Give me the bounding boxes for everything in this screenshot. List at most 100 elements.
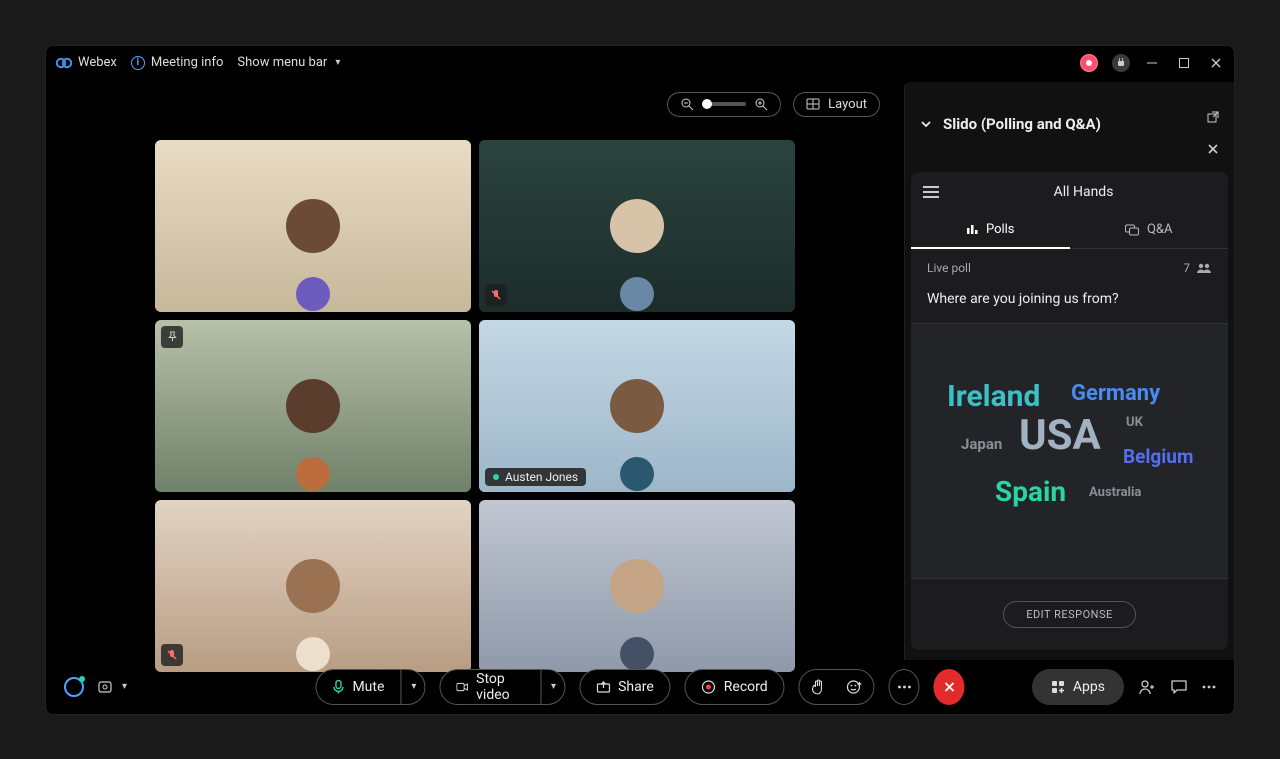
- app-logo: Webex: [56, 55, 117, 71]
- mute-options-button[interactable]: ▾: [400, 669, 425, 705]
- video-tile[interactable]: [155, 140, 471, 312]
- participants-icon: [1196, 262, 1212, 274]
- webex-logo-icon: [56, 55, 72, 71]
- video-area: Layout: [46, 80, 904, 660]
- tab-qa[interactable]: Q&A: [1070, 212, 1229, 248]
- video-tile[interactable]: [155, 320, 471, 492]
- window-maximize-button[interactable]: [1176, 55, 1192, 71]
- record-button[interactable]: Record: [685, 669, 785, 705]
- edit-response-button[interactable]: EDIT RESPONSE: [1003, 601, 1136, 628]
- close-icon[interactable]: [1206, 142, 1220, 156]
- poll-status-bar: Live poll 7: [911, 249, 1228, 287]
- recording-indicator[interactable]: [1080, 54, 1098, 72]
- window-minimize-button[interactable]: [1144, 55, 1160, 71]
- chat-icon: [1170, 679, 1188, 695]
- tab-qa-label: Q&A: [1147, 222, 1173, 237]
- slido-event-title: All Hands: [951, 184, 1216, 200]
- word-cloud-item: Spain: [995, 475, 1066, 508]
- stop-video-label: Stop video: [476, 671, 524, 703]
- chevron-down-icon: ▾: [411, 681, 416, 692]
- layout-button[interactable]: Layout: [793, 92, 880, 117]
- speaking-indicator-icon: [493, 474, 499, 480]
- participants-icon: [1138, 679, 1156, 695]
- layout-icon: [806, 97, 820, 111]
- record-icon: [702, 680, 716, 694]
- mute-icon: [485, 284, 507, 306]
- panel-title: Slido (Polling and Q&A): [943, 115, 1101, 133]
- app-window: Webex i Meeting info Show menu bar ▾: [45, 45, 1235, 715]
- emoji-reaction-icon: [840, 672, 870, 702]
- word-cloud-item: Australia: [1089, 485, 1141, 500]
- chevron-down-icon[interactable]: [919, 117, 933, 131]
- zoom-in-icon: [754, 97, 768, 111]
- self-view-button[interactable]: [64, 677, 84, 697]
- meeting-info-button[interactable]: i Meeting info: [131, 55, 224, 70]
- microphone-icon: [332, 680, 344, 694]
- close-icon: [942, 680, 956, 694]
- side-panel: Slido (Polling and Q&A) All Hands: [904, 82, 1234, 660]
- popout-icon[interactable]: [1206, 110, 1220, 124]
- lock-indicator[interactable]: [1112, 54, 1130, 72]
- stop-video-button[interactable]: Stop video: [439, 669, 540, 705]
- participant-name: Austen Jones: [505, 470, 578, 484]
- slido-app: All Hands Polls Q&A Live poll 7: [911, 172, 1228, 650]
- qa-icon: [1125, 224, 1139, 236]
- zoom-out-icon: [680, 97, 694, 111]
- video-tile[interactable]: [479, 140, 795, 312]
- word-cloud-item: UK: [1126, 415, 1143, 430]
- end-call-button[interactable]: [934, 669, 965, 705]
- word-cloud-item: Japan: [961, 435, 1002, 453]
- show-menu-bar-button[interactable]: Show menu bar ▾: [237, 55, 340, 70]
- layout-label: Layout: [828, 97, 867, 112]
- titlebar: Webex i Meeting info Show menu bar ▾: [46, 46, 1234, 80]
- video-settings-button[interactable]: ▾: [98, 680, 127, 694]
- share-label: Share: [618, 679, 654, 695]
- slider-track[interactable]: [702, 102, 746, 106]
- video-tile-speaking[interactable]: Austen Jones: [479, 320, 795, 492]
- video-tile[interactable]: [155, 500, 471, 672]
- pin-icon: [161, 326, 183, 348]
- record-label: Record: [724, 679, 768, 695]
- app-name: Webex: [78, 55, 117, 70]
- video-grid: Austen Jones: [155, 140, 795, 672]
- participant-name-tag: Austen Jones: [485, 468, 586, 486]
- video-settings-icon: [98, 680, 116, 694]
- hamburger-menu-button[interactable]: [923, 186, 939, 198]
- mute-label: Mute: [352, 679, 384, 695]
- video-tile[interactable]: [479, 500, 795, 672]
- more-panel-button[interactable]: [1202, 685, 1216, 689]
- raise-hand-icon: [804, 672, 834, 702]
- tab-polls-label: Polls: [986, 222, 1015, 237]
- window-close-button[interactable]: [1208, 55, 1224, 71]
- vote-count: 7: [1183, 261, 1190, 275]
- more-options-button[interactable]: [889, 669, 920, 705]
- more-icon: [1202, 685, 1216, 689]
- video-options-button[interactable]: ▾: [540, 669, 565, 705]
- camera-icon: [456, 681, 468, 693]
- more-icon: [897, 685, 911, 689]
- show-menu-bar-label: Show menu bar: [237, 55, 327, 70]
- word-cloud-item: USA: [1019, 411, 1101, 460]
- word-cloud-item: Ireland: [947, 379, 1040, 414]
- meeting-info-label: Meeting info: [151, 55, 224, 70]
- poll-status: Live poll: [927, 261, 971, 275]
- apps-icon: [1051, 680, 1065, 694]
- chevron-down-icon: ▾: [122, 681, 127, 692]
- word-cloud-item: Belgium: [1123, 445, 1193, 468]
- slido-tabs: Polls Q&A: [911, 212, 1228, 249]
- chat-button[interactable]: [1170, 679, 1188, 695]
- tab-polls[interactable]: Polls: [911, 212, 1070, 249]
- mute-button[interactable]: Mute: [315, 669, 400, 705]
- participants-button[interactable]: [1138, 679, 1156, 695]
- info-icon: i: [131, 56, 145, 70]
- chevron-down-icon: ▾: [551, 681, 556, 692]
- panel-header: Slido (Polling and Q&A): [905, 82, 1234, 166]
- zoom-slider[interactable]: [667, 92, 781, 117]
- share-button[interactable]: Share: [579, 669, 671, 705]
- word-cloud: Ireland Germany Japan USA UK Belgium Spa…: [911, 323, 1228, 579]
- meeting-controls: ▾ Mute ▾ Stop video ▾ Share: [46, 660, 1234, 714]
- chevron-down-icon: ▾: [335, 57, 340, 68]
- apps-button[interactable]: Apps: [1032, 669, 1124, 705]
- reactions-button[interactable]: [799, 669, 875, 705]
- word-cloud-item: Germany: [1071, 381, 1160, 406]
